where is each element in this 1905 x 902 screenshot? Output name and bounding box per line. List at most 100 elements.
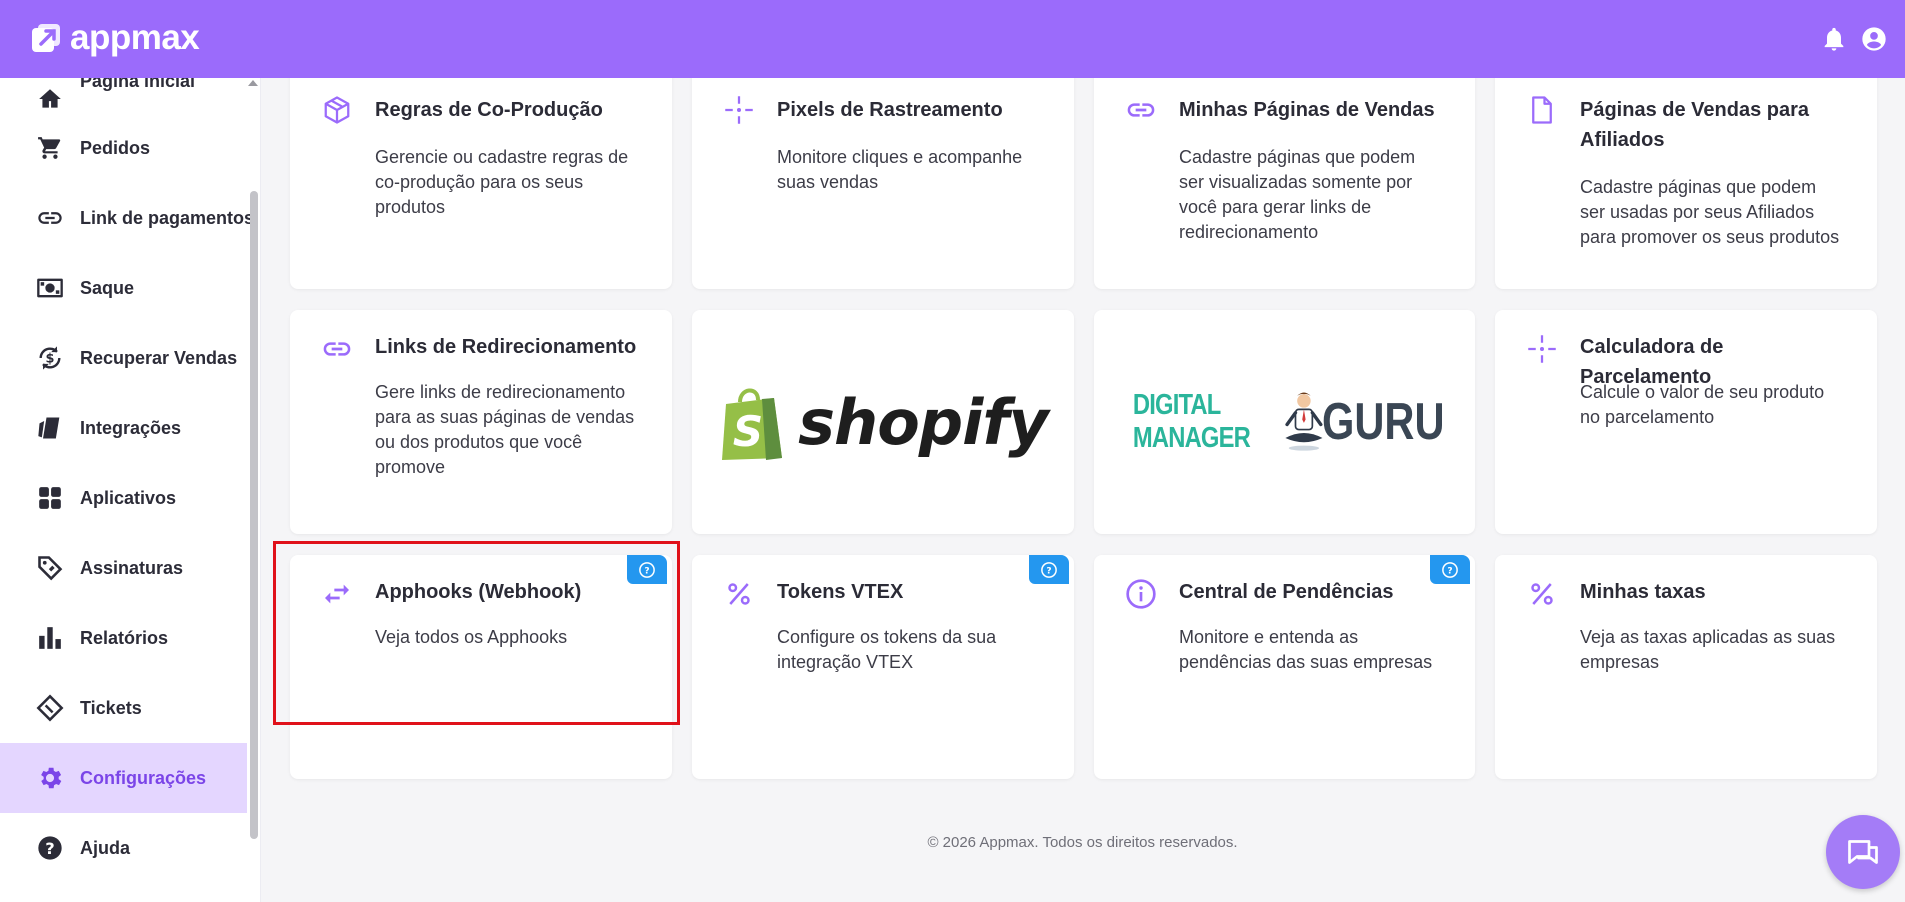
link-icon (320, 332, 354, 366)
apps-icon (36, 484, 64, 512)
sidebar-item-configuracoes[interactable]: Configurações (0, 743, 247, 813)
card-tokens-vtex[interactable]: Tokens VTEX Configure os tokens da sua i… (692, 555, 1074, 779)
svg-text:S: S (733, 407, 763, 456)
sidebar-item-pagina-inicial[interactable]: Página inicial (0, 78, 247, 110)
logo-text: appmax (70, 18, 200, 57)
card-description: Configure os tokens da sua integração VT… (777, 627, 997, 672)
sidebar-item-link-de-pagamentos[interactable]: Link de pagamentos (0, 183, 254, 253)
percent-icon (1525, 577, 1559, 611)
sidebar-item-label: Saque (80, 277, 135, 298)
card-title: Tokens VTEX (777, 581, 904, 603)
card-apphooks[interactable]: Apphooks (Webhook) Veja todos os Apphook… (290, 555, 672, 779)
card-shopify[interactable]: S shopify (692, 310, 1074, 534)
help-circle-icon: ? (1442, 561, 1458, 578)
card-description: Veja as taxas aplicadas as suas empresas (1580, 627, 1836, 672)
sidebar-item-label: Relatórios (80, 627, 169, 648)
sidebar-item-label: Integrações (80, 417, 182, 438)
percent-icon (722, 577, 756, 611)
card-minhas-taxas[interactable]: Minhas taxas Veja as taxas aplicadas as … (1495, 555, 1877, 779)
money-icon (36, 274, 64, 302)
card-digital-manager-guru[interactable]: DIGITAL MANAGER GURU (1094, 310, 1475, 534)
appmax-logo[interactable]: appmax (30, 18, 200, 57)
recover-icon: $ (36, 344, 64, 372)
chat-icon (1848, 840, 1878, 864)
link-icon (1124, 93, 1158, 127)
card-description: Gerencie ou cadastre regras de co-produç… (375, 147, 629, 217)
shopify-logo: S shopify (692, 310, 1074, 534)
help-button[interactable]: ? (1430, 555, 1470, 584)
crosshair-icon (1525, 332, 1559, 366)
sidebar-scrollbar-thumb[interactable] (250, 191, 258, 839)
top-bar: appmax (0, 0, 1905, 78)
sidebar-item-label: Pedidos (80, 137, 151, 158)
sidebar-item-label: Tickets (80, 697, 142, 718)
sidebar-item-label: Aplicativos (80, 487, 177, 508)
sidebar-item-aplicativos[interactable]: Aplicativos (0, 463, 247, 533)
card-description: Gere links de redirecionamento para as s… (375, 382, 635, 477)
card-title: Minhas Páginas de Vendas (1179, 99, 1435, 121)
help-button[interactable]: ? (1029, 555, 1069, 584)
card-minhas-paginas-vendas[interactable]: Minhas Páginas de Vendas Cadastre página… (1094, 55, 1475, 289)
card-title: Pixels de Rastreamento (777, 99, 1003, 121)
chat-button[interactable] (1826, 815, 1900, 889)
guru-logo-text-left: DIGITAL MANAGER (1132, 389, 1251, 454)
card-calculadora-parcelamento[interactable]: Calculadora de Parcelamento Calcule o va… (1495, 310, 1877, 534)
svg-text:?: ? (1447, 566, 1452, 576)
svg-text:?: ? (1046, 566, 1051, 576)
card-title: Central de Pendências (1179, 581, 1394, 603)
sidebar-item-relatorios[interactable]: Relatórios (0, 603, 247, 673)
sidebar-item-label: Configurações (80, 767, 207, 788)
sidebar: Página inicial Pedidos Link de pagamento… (0, 78, 261, 902)
file-icon (1525, 93, 1559, 127)
sidebar-item-recuperar-vendas[interactable]: $ Recuperar Vendas (0, 323, 247, 393)
sidebar-item-pedidos[interactable]: Pedidos (0, 113, 247, 183)
sidebar-item-saque[interactable]: Saque (0, 253, 247, 323)
swap-arrows-icon (320, 577, 354, 611)
card-title: Links de Redirecionamento (375, 336, 637, 358)
box-icon (320, 93, 354, 127)
shopify-bag-icon: S (722, 388, 783, 460)
footer-copyright: © 2026 Appmax. Todos os direitos reserva… (927, 834, 1238, 851)
card-central-pendencias[interactable]: Central de Pendências Monitore e entenda… (1094, 555, 1475, 779)
crosshair-icon (722, 93, 756, 127)
card-links-redirecionamento[interactable]: Links de Redirecionamento Gere links de … (290, 310, 672, 534)
card-description: Veja todos os Apphooks (375, 627, 568, 647)
guru-logo: DIGITAL MANAGER GURU (1094, 310, 1475, 534)
sidebar-item-assinaturas[interactable]: Assinaturas (0, 533, 247, 603)
card-description: Calcule o valor de seu produto no parcel… (1580, 382, 1825, 427)
chart-icon (36, 624, 64, 652)
tag-icon (36, 554, 64, 582)
sidebar-item-ajuda[interactable]: ? Ajuda (0, 813, 247, 883)
sidebar-item-integracoes[interactable]: Integrações (0, 393, 247, 463)
card-regras-co-producao[interactable]: Regras de Co-Produção Gerencie ou cadast… (290, 55, 672, 289)
sidebar-item-label: Assinaturas (80, 557, 184, 578)
card-description: Cadastre páginas que podem ser visualiza… (1179, 147, 1416, 242)
account-icon[interactable] (1860, 25, 1888, 53)
ticket-icon (36, 694, 64, 722)
appmax-logo-icon (32, 24, 60, 52)
guru-logo-text-right: GURU (1321, 393, 1445, 451)
help-button[interactable]: ? (627, 555, 667, 584)
card-title: Minhas taxas (1580, 581, 1706, 603)
card-description: Monitore e entenda as pendências das sua… (1179, 627, 1433, 672)
svg-text:?: ? (45, 839, 54, 858)
card-title: Regras de Co-Produção (375, 99, 603, 121)
sidebar-item-tickets[interactable]: Tickets (0, 673, 247, 743)
sidebar-item-label: Link de pagamentos (80, 207, 255, 228)
svg-text:$: $ (46, 352, 55, 367)
card-title: Páginas de Vendas para Afiliados (1580, 99, 1809, 151)
info-icon (1124, 577, 1158, 611)
sidebar-item-label: Recuperar Vendas (80, 347, 238, 368)
integration-icon (36, 414, 64, 442)
scroll-up-arrow-icon[interactable] (248, 80, 258, 86)
sidebar-item-label: Ajuda (80, 837, 131, 858)
card-paginas-vendas-afiliados[interactable]: Páginas de Vendas para Afiliados Cadastr… (1495, 55, 1877, 289)
bell-icon[interactable] (1820, 25, 1848, 53)
card-description: Monitore cliques e acompanhe suas vendas (777, 147, 1023, 192)
help-icon: ? (36, 834, 64, 862)
help-circle-icon: ? (1041, 561, 1057, 578)
help-circle-icon: ? (639, 561, 655, 578)
link-icon (36, 204, 64, 232)
svg-text:?: ? (644, 566, 649, 576)
card-pixels-rastreamento[interactable]: Pixels de Rastreamento Monitore cliques … (692, 55, 1074, 289)
